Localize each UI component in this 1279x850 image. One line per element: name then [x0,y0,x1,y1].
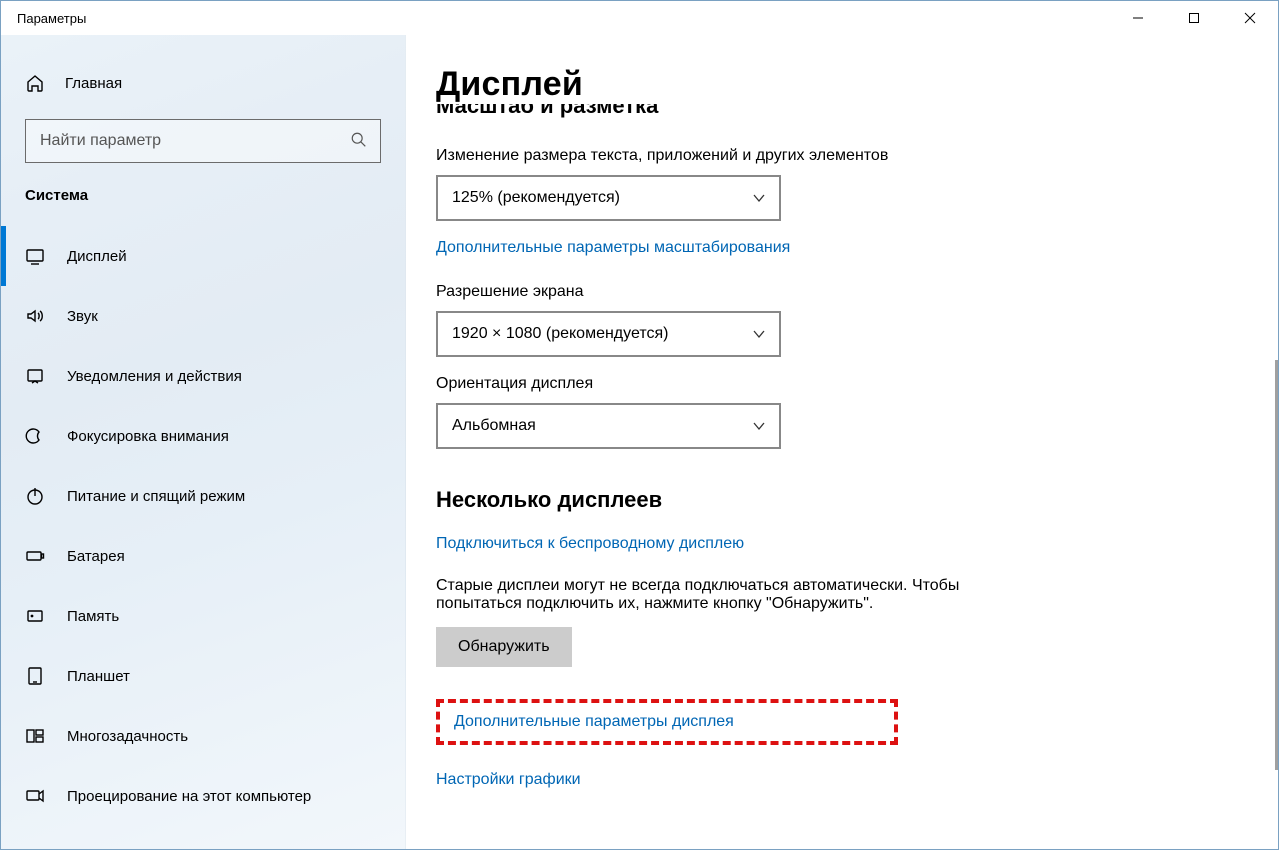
scale-label: Изменение размера текста, приложений и д… [436,147,1270,165]
sidebar-item-power[interactable]: Питание и спящий режим [1,466,405,526]
search-wrap [1,103,405,163]
chevron-down-icon [751,326,767,342]
sidebar-home-label: Главная [65,75,122,92]
orientation-label: Ориентация дисплея [436,375,1270,393]
sidebar-nav: Дисплей Звук Уведомления и действия [1,218,405,849]
multidisplay-hint: Старые дисплеи могут не всегда подключат… [436,577,996,613]
display-icon [25,246,45,266]
scrollbar-thumb[interactable] [1275,360,1278,770]
window-title: Параметры [17,11,86,26]
focus-icon [25,426,45,446]
sidebar-item-label: Память [67,608,119,625]
chevron-down-icon [751,190,767,206]
scale-dropdown-value: 125% (рекомендуется) [452,189,620,207]
search-input[interactable] [40,132,350,150]
sidebar-item-label: Дисплей [67,248,127,265]
sidebar-item-label: Фокусировка внимания [67,428,229,445]
sidebar-item-label: Звук [67,308,98,325]
sidebar-item-label: Проецирование на этот компьютер [67,788,311,805]
main-scroll-region[interactable]: Изменение размера текста, приложений и д… [436,147,1270,849]
tablet-icon [25,666,45,686]
storage-icon [25,606,45,626]
sidebar: Главная Система Дисплей [1,35,406,849]
maximize-button[interactable] [1166,1,1222,35]
sidebar-item-multitasking[interactable]: Многозадачность [1,706,405,766]
detect-button[interactable]: Обнаружить [436,627,572,667]
page-title: Дисплей [436,65,1278,104]
section-multidisplay-heading: Несколько дисплеев [436,487,1270,513]
resolution-dropdown-value: 1920 × 1080 (рекомендуется) [452,325,668,343]
orientation-dropdown-value: Альбомная [452,417,536,435]
search-input-box[interactable] [25,119,381,163]
sidebar-item-storage[interactable]: Память [1,586,405,646]
sidebar-category: Система [1,163,405,218]
advanced-display-settings-link[interactable]: Дополнительные параметры дисплея [454,713,734,731]
detect-button-label: Обнаружить [458,638,550,656]
maximize-icon [1188,12,1200,24]
sidebar-home[interactable]: Главная [1,63,405,103]
battery-icon [25,546,45,566]
sidebar-item-sound[interactable]: Звук [1,286,405,346]
sidebar-item-label: Батарея [67,548,125,565]
minimize-button[interactable] [1110,1,1166,35]
power-icon [25,486,45,506]
titlebar: Параметры [1,1,1278,35]
close-icon [1244,12,1256,24]
sidebar-item-notifications[interactable]: Уведомления и действия [1,346,405,406]
scale-dropdown[interactable]: 125% (рекомендуется) [436,175,781,221]
caption-buttons [1110,1,1278,35]
sidebar-item-display[interactable]: Дисплей [1,226,405,286]
notifications-icon [25,366,45,386]
graphics-settings-link[interactable]: Настройки графики [436,771,581,789]
scrollbar[interactable] [1268,35,1278,849]
search-icon [350,131,370,151]
resolution-dropdown[interactable]: 1920 × 1080 (рекомендуется) [436,311,781,357]
sidebar-item-label: Планшет [67,668,130,685]
main-content: Дисплей Масштаб и разметка Изменение раз… [406,35,1278,849]
orientation-dropdown[interactable]: Альбомная [436,403,781,449]
sidebar-item-label: Уведомления и действия [67,368,242,385]
window-body: Главная Система Дисплей [1,35,1278,849]
chevron-down-icon [751,418,767,434]
highlight-annotation: Дополнительные параметры дисплея [436,699,898,745]
settings-window: Параметры Главная [0,0,1279,850]
section-scale-heading-partial: Масштаб и разметка [436,104,1278,120]
home-icon [25,73,45,93]
sound-icon [25,306,45,326]
minimize-icon [1132,12,1144,24]
projecting-icon [25,786,45,806]
resolution-label: Разрешение экрана [436,283,1270,301]
sidebar-item-tablet[interactable]: Планшет [1,646,405,706]
close-button[interactable] [1222,1,1278,35]
sidebar-item-focus[interactable]: Фокусировка внимания [1,406,405,466]
sidebar-item-label: Многозадачность [67,728,188,745]
advanced-scaling-link[interactable]: Дополнительные параметры масштабирования [436,239,790,257]
connect-wireless-display-link[interactable]: Подключиться к беспроводному дисплею [436,535,744,553]
sidebar-item-battery[interactable]: Батарея [1,526,405,586]
multitasking-icon [25,726,45,746]
sidebar-item-label: Питание и спящий режим [67,488,245,505]
sidebar-item-projecting[interactable]: Проецирование на этот компьютер [1,766,405,826]
